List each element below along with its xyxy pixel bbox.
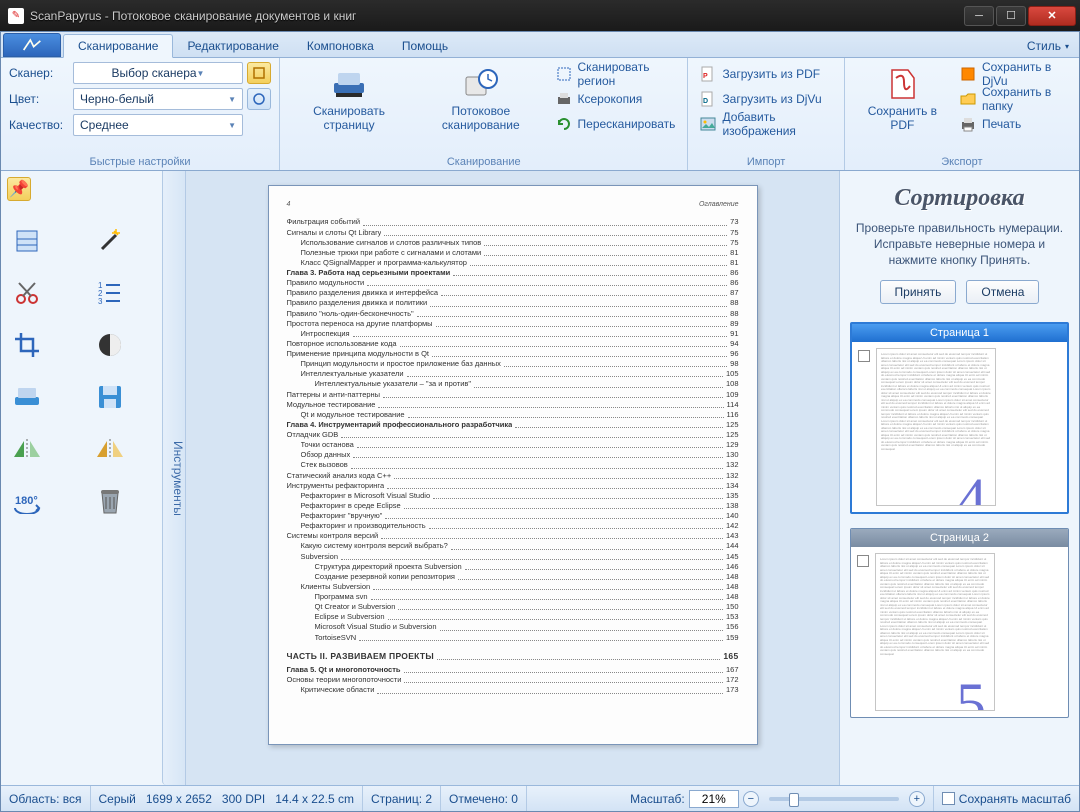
sorting-pane: Сортировка Проверьте правильность нумера… [839,171,1079,785]
svg-text:180°: 180° [15,495,38,507]
tool-flip-h[interactable] [7,429,47,469]
cancel-button[interactable]: Отмена [966,280,1039,304]
status-save-zoom[interactable]: Сохранять масштаб [934,786,1079,811]
status-zoom: Масштаб: − + [622,786,934,811]
printer-icon [556,91,572,107]
group-scan: Сканировать страницу Потоковое сканирова… [280,58,688,170]
group-title-export: Экспорт [853,154,1071,168]
color-label: Цвет: [9,92,69,106]
group-title-scan: Сканирование [288,154,679,168]
status-pages: Страниц: 2 [363,786,441,811]
tool-crop[interactable] [7,325,47,365]
tool-magic-wand[interactable] [90,221,130,261]
tool-contrast[interactable] [90,325,130,365]
tab-help[interactable]: Помощь [388,35,462,57]
scan-region-button[interactable]: Сканировать регион [552,62,680,86]
rescan-button[interactable]: Пересканировать [552,112,680,136]
status-bar: Область: вся Серый 1699 x 2652 300 DPI 1… [1,785,1079,811]
tool-scanner[interactable] [7,377,47,417]
print-icon [960,116,976,132]
app-menu-button[interactable] [3,33,61,57]
tab-edit[interactable]: Редактирование [173,35,292,57]
zoom-out-button[interactable]: − [743,791,759,807]
region-icon [556,66,572,82]
svg-text:3: 3 [98,297,103,306]
accept-button[interactable]: Принять [880,280,957,304]
tab-scan[interactable]: Сканирование [63,34,173,58]
image-icon [700,116,716,132]
main-area: 📌 123 180° Инструменты 4Оглавление Фильт… [1,171,1079,785]
color-settings-button[interactable] [247,88,271,110]
scanner-icon [331,66,367,102]
batch-scan-button[interactable]: Потоковое сканирование [414,62,547,136]
page-preview-viewport[interactable]: 4Оглавление Фильтрация событий73Сигналы … [186,171,839,785]
tool-rotate-180[interactable]: 180° [7,481,47,521]
djvu-icon: D [700,91,716,107]
tool-delete[interactable] [90,481,130,521]
page-preview: 4Оглавление Фильтрация событий73Сигналы … [268,185,758,745]
group-export: Сохранить в PDF Сохранить в DjVu Сохрани… [845,58,1079,170]
zoom-in-button[interactable]: + [909,791,925,807]
save-djvu-button[interactable]: Сохранить в DjVu [956,62,1071,86]
close-button[interactable]: ✕ [1028,6,1076,26]
save-folder-button[interactable]: Сохранить в папку [956,87,1071,111]
tool-list[interactable]: 123 [90,273,130,313]
import-djvu-button[interactable]: DЗагрузить из DjVu [696,87,835,111]
svg-text:D: D [703,98,708,105]
djvu-save-icon [960,66,976,82]
tool-save[interactable] [90,377,130,417]
status-marked: Отмечено: 0 [441,786,527,811]
clock-scan-icon [463,66,499,102]
tool-pane: 📌 123 180° Инструменты [1,171,186,785]
minimize-button[interactable]: ─ [964,6,994,26]
group-title-import: Импорт [696,154,835,168]
save-pdf-button[interactable]: Сохранить в PDF [853,62,952,136]
pdf-icon: P [700,66,716,82]
print-button[interactable]: Печать [956,112,1071,136]
svg-text:P: P [703,73,708,80]
page-thumbnail[interactable]: Страница 1Lorem ipsum dolor sit amet con… [850,322,1069,514]
style-menu[interactable]: Стиль▾ [1017,35,1079,57]
thumb-checkbox[interactable] [857,555,869,567]
page-thumbnail[interactable]: Страница 2Lorem ipsum dolor sit amet con… [850,528,1069,718]
scanner-dropdown[interactable]: Выбор сканера [73,62,243,84]
status-area: Область: вся [1,786,91,811]
tab-layout[interactable]: Компоновка [293,35,388,57]
thumb-checkbox[interactable] [858,350,870,362]
save-zoom-checkbox[interactable] [942,792,955,805]
window-titlebar: ✎ ScanPapyrus - Потоковое сканирование д… [0,0,1080,31]
status-image-info: Серый 1699 x 2652 300 DPI 14.4 x 22.5 cm [91,786,363,811]
color-dropdown[interactable]: Черно-белый [73,88,243,110]
scan-page-button[interactable]: Сканировать страницу [288,62,410,136]
sorting-title: Сортировка [850,185,1069,212]
group-title-quick: Быстрые настройки [9,154,271,168]
photocopy-button[interactable]: Ксерокопия [552,87,680,111]
tool-flip-v[interactable] [90,429,130,469]
pdf-large-icon [884,66,920,102]
add-images-button[interactable]: Добавить изображения [696,112,835,136]
maximize-button[interactable]: ☐ [996,6,1026,26]
ribbon-body: Сканер: Выбор сканера Цвет: Черно-белый … [1,58,1079,171]
quality-label: Качество: [9,118,69,132]
zoom-input[interactable] [689,790,739,808]
window-title: ScanPapyrus - Потоковое сканирование док… [30,9,962,23]
scanner-label: Сканер: [9,66,69,80]
app-icon: ✎ [8,8,24,24]
quality-dropdown[interactable]: Среднее [73,114,243,136]
ribbon-tabs: Сканирование Редактирование Компоновка П… [1,32,1079,58]
pin-button[interactable]: 📌 [7,177,31,201]
zoom-slider[interactable] [769,797,899,801]
group-import: PЗагрузить из PDF DЗагрузить из DjVu Доб… [688,58,844,170]
import-pdf-button[interactable]: PЗагрузить из PDF [696,62,835,86]
group-quick-settings: Сканер: Выбор сканера Цвет: Черно-белый … [1,58,280,170]
side-tab-tools[interactable]: Инструменты [162,171,185,785]
scanner-settings-button[interactable] [247,62,271,84]
sorting-hint: Проверьте правильность нумерации. Исправ… [850,220,1069,268]
refresh-icon [556,116,572,132]
tool-scan-settings[interactable] [7,221,47,261]
tool-cut[interactable] [7,273,47,313]
folder-icon [960,91,976,107]
